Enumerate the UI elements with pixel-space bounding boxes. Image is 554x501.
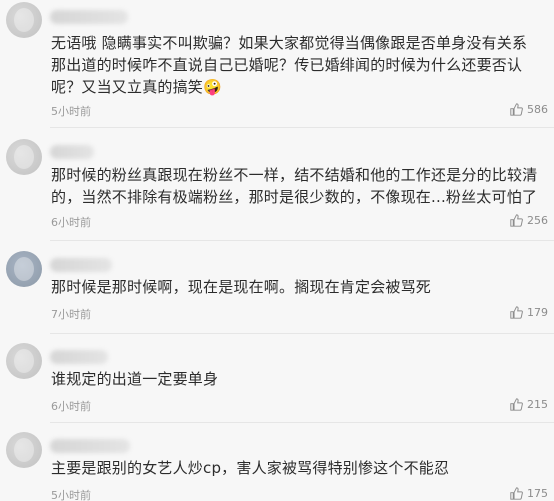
username-redacted [50,10,128,24]
avatar[interactable] [6,2,42,38]
comment-time: 6小时前 [51,216,91,229]
comment-text: 无语哦 隐瞒事实不叫欺骗？如果大家都觉得当偶像跟是否单身没有关系 那出道的时候咋… [51,34,528,96]
comment-text: 那时候的粉丝真跟现在粉丝不一样，结不结婚和他的工作还是分的比较清的，当然不排除有… [51,166,538,206]
thumbs-up-icon [510,306,523,319]
username-redacted [50,145,94,159]
like-button[interactable]: 175 [510,487,548,500]
username-redacted [50,439,130,453]
avatar[interactable] [6,251,42,287]
thumbs-up-icon [510,103,523,116]
avatar[interactable] [6,343,42,379]
like-button[interactable]: 215 [510,398,548,411]
username-redacted [50,350,108,364]
like-count: 586 [527,103,548,116]
like-count: 256 [527,214,548,227]
comment-text: 谁规定的出道一定要单身 [51,370,219,388]
like-count: 179 [527,306,548,319]
comment-text: 主要是跟别的女艺人炒cp，害人家被骂得特别惨这个不能忍 [51,459,450,477]
divider [50,333,554,334]
like-count: 175 [527,487,548,500]
comment-time: 6小时前 [51,400,91,413]
like-button[interactable]: 586 [510,103,548,116]
comment-time: 5小时前 [51,105,91,118]
divider [50,127,554,128]
divider [50,422,554,423]
like-button[interactable]: 179 [510,306,548,319]
comment-time: 7小时前 [51,308,91,321]
thumbs-up-icon [510,487,523,500]
avatar[interactable] [6,432,42,468]
divider [50,240,554,241]
comment-time: 5小时前 [51,489,91,501]
like-count: 215 [527,398,548,411]
username-redacted [50,258,112,272]
avatar[interactable] [6,139,42,175]
thumbs-up-icon [510,214,523,227]
comment-text: 那时候是那时候啊，现在是现在啊。搁现在肯定会被骂死 [51,278,432,296]
like-button[interactable]: 256 [510,214,548,227]
thumbs-up-icon [510,398,523,411]
